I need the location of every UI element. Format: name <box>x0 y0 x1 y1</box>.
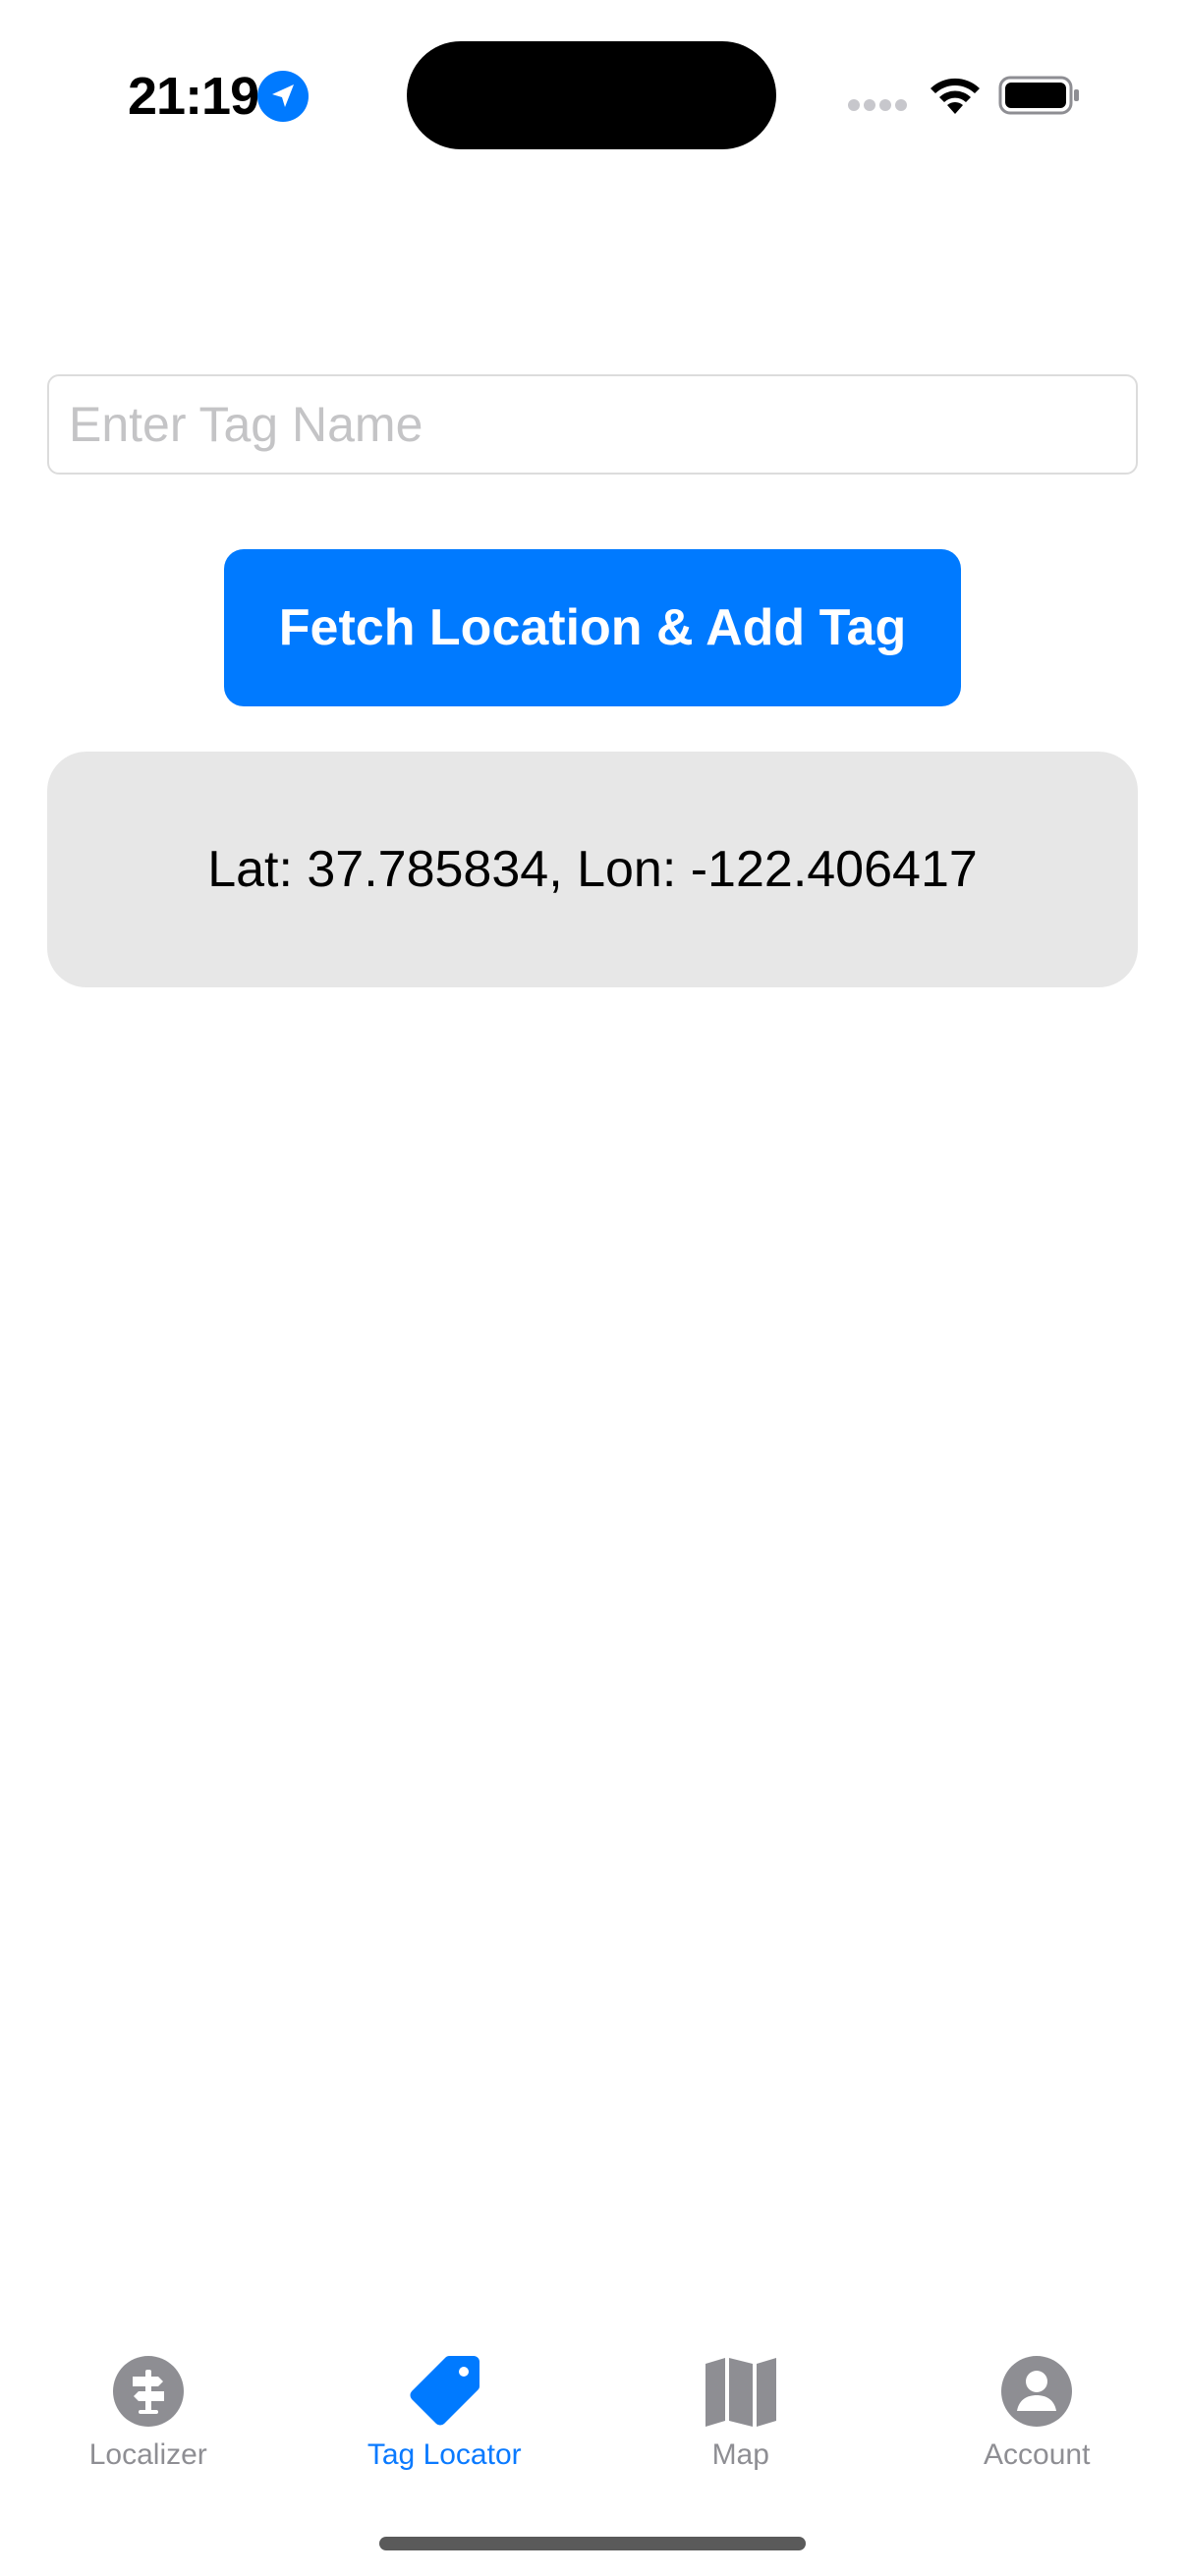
home-indicator[interactable] <box>379 2537 806 2550</box>
map-icon <box>705 2358 776 2427</box>
tab-label-account: Account <box>984 2438 1091 2471</box>
tab-label-map: Map <box>711 2438 769 2471</box>
tab-map[interactable]: Map <box>592 2328 889 2476</box>
tab-label-localizer: Localizer <box>88 2438 207 2471</box>
status-bar: 21:19 <box>0 0 1185 187</box>
location-coordinates-card: Lat: 37.785834, Lon: -122.406417 <box>47 752 1138 987</box>
tab-label-tag-locator: Tag Locator <box>367 2438 522 2471</box>
fetch-location-add-tag-button[interactable]: Fetch Location & Add Tag <box>224 549 961 706</box>
person-circle-icon <box>1001 2356 1073 2427</box>
tab-tag-locator[interactable]: Tag Locator <box>297 2328 593 2476</box>
wifi-icon <box>931 78 980 114</box>
tag-icon <box>410 2355 480 2426</box>
status-time: 21:19 <box>128 67 259 126</box>
signpost-icon <box>112 2356 184 2427</box>
tag-name-input[interactable] <box>47 374 1138 475</box>
battery-icon <box>998 76 1079 115</box>
coordinates-text: Lat: 37.785834, Lon: -122.406417 <box>207 841 978 898</box>
location-arrow-icon <box>257 71 309 122</box>
tab-bar: Localizer Tag Locator Map Account <box>0 2328 1185 2476</box>
dynamic-island <box>407 41 776 149</box>
tab-account[interactable]: Account <box>889 2328 1185 2476</box>
tab-localizer[interactable]: Localizer <box>0 2328 297 2476</box>
signal-dots-icon <box>848 99 907 111</box>
